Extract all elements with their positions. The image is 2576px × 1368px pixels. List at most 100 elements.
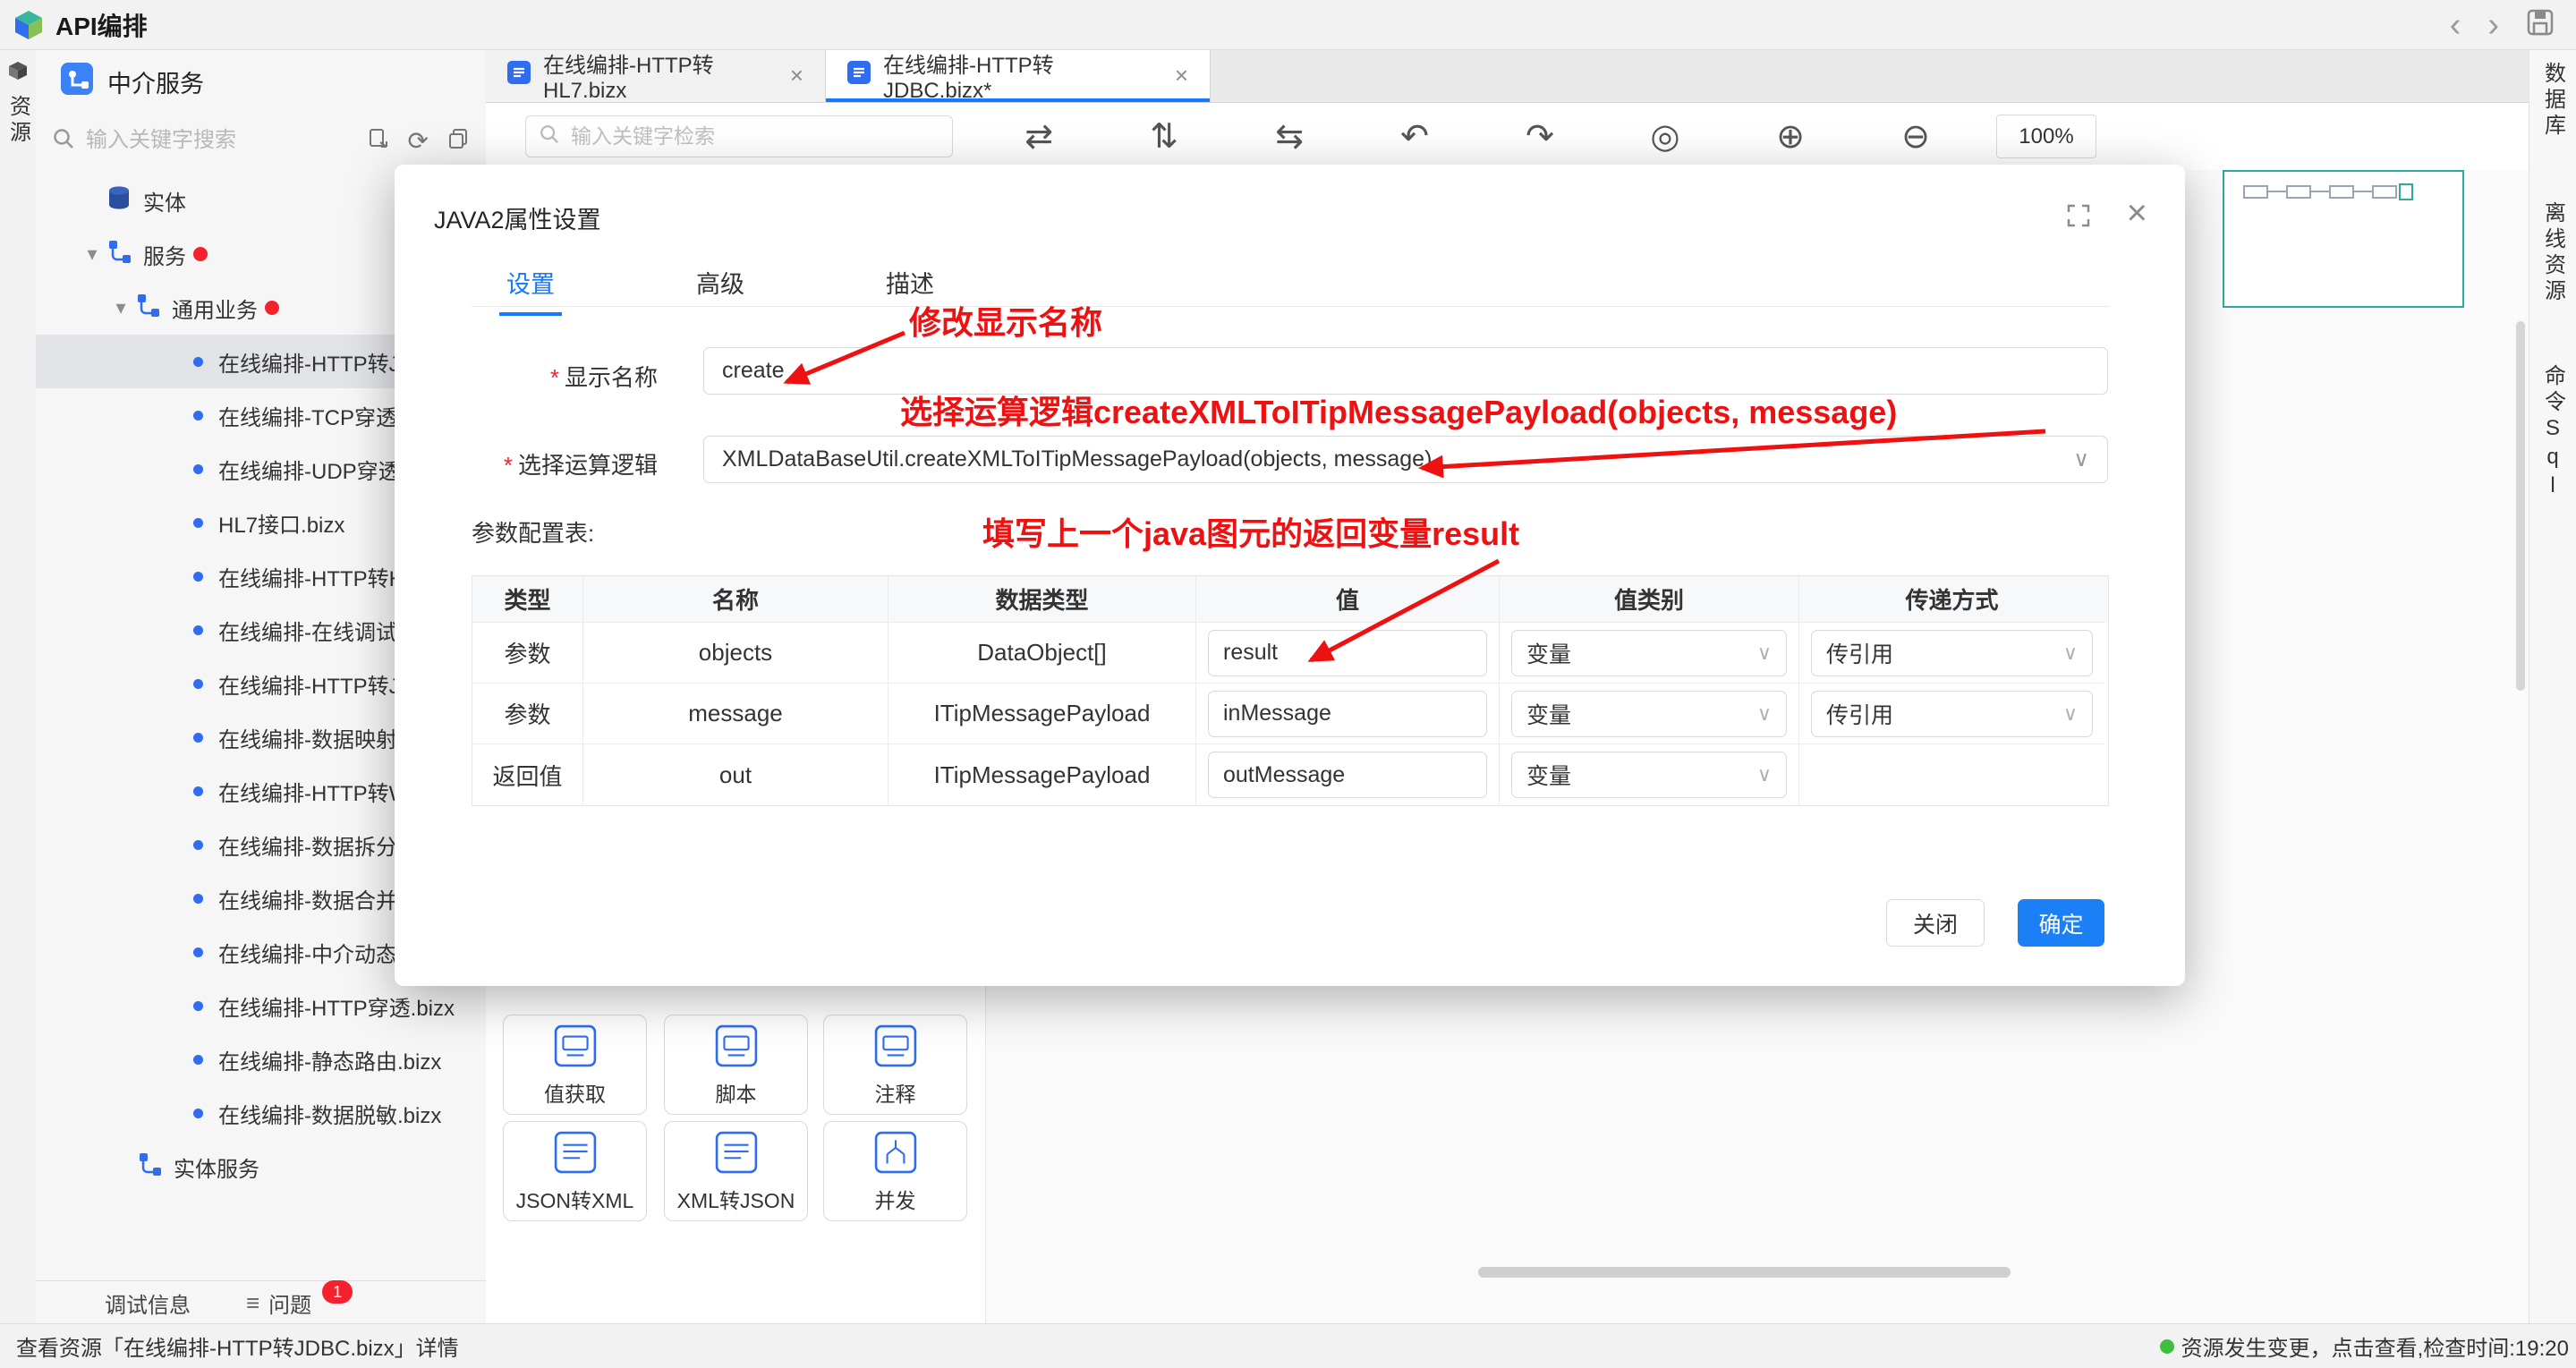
tab-command-sql[interactable]: 命令Sql	[2529, 364, 2576, 502]
script-icon	[715, 1024, 758, 1072]
chevron-down-icon: ∨	[1757, 763, 1772, 786]
palette-item-xml2json[interactable]: XML转JSON	[664, 1121, 808, 1221]
param-value-input[interactable]	[1208, 630, 1487, 676]
concurrent-icon	[874, 1131, 917, 1178]
tabs-divider	[472, 306, 2109, 307]
tree-item[interactable]: 在线编排-数据脱敏.bizx	[36, 1086, 486, 1140]
entity-db-icon	[107, 185, 131, 217]
forward-icon[interactable]: ›	[2487, 8, 2499, 42]
editor-toolbar: ⇄ ⇅ ⇆ ↶ ↷ ◎ ⊕ ⊖ 100%	[486, 103, 2529, 171]
value-category-select[interactable]: 变量 ∨	[1511, 630, 1787, 676]
zoom-out-icon[interactable]: ⊖	[1898, 116, 1934, 157]
app-title: API编排	[55, 7, 148, 43]
horizontal-scrollbar[interactable]	[1478, 1267, 2011, 1278]
locate-icon[interactable]: ◎	[1647, 116, 1683, 157]
palette-item-json2xml[interactable]: JSON转XML	[503, 1121, 647, 1221]
close-icon[interactable]: ×	[790, 62, 803, 89]
close-button[interactable]: 关闭	[1886, 899, 1985, 947]
transform-icon-2[interactable]: ⇅	[1146, 116, 1182, 157]
tab-debug-info[interactable]: 调试信息	[105, 1287, 191, 1319]
status-green-dot-icon	[2160, 1339, 2174, 1354]
param-value-input[interactable]	[1208, 752, 1487, 798]
group-flow-icon	[134, 293, 159, 324]
comment-icon	[874, 1024, 917, 1072]
vertical-scrollbar[interactable]	[2516, 321, 2525, 691]
tab-settings[interactable]: 设置	[499, 261, 562, 316]
resource-strip-label: 资源	[3, 95, 34, 147]
problems-badge: 1	[322, 1280, 353, 1304]
palette-item-value-get[interactable]: 值获取	[503, 1015, 647, 1115]
param-value-input[interactable]	[1208, 691, 1487, 737]
entity-service-flow-icon	[136, 1151, 161, 1183]
zoom-in-icon[interactable]: ⊕	[1773, 116, 1808, 157]
bullet-icon	[193, 786, 203, 796]
bullet-icon	[193, 625, 203, 635]
tab-problems[interactable]: ≡ 问题 1	[246, 1287, 351, 1319]
value-category-select[interactable]: 变量 ∨	[1511, 752, 1787, 798]
undo-icon[interactable]: ↶	[1397, 116, 1433, 157]
zoom-level-select[interactable]: 100%	[1996, 115, 2096, 158]
bullet-icon	[193, 1109, 203, 1118]
pass-mode-select[interactable]: 传引用 ∨	[1811, 691, 2093, 737]
back-icon[interactable]: ‹	[2450, 8, 2461, 42]
app-root: API编排 ‹ › 资源	[0, 0, 2576, 1368]
resource-strip[interactable]: 资源	[0, 49, 37, 1324]
save-icon[interactable]	[2526, 8, 2555, 41]
status-bar: 查看资源「在线编排-HTTP转JDBC.bizx」详情 资源发生变更，点击查看,…	[0, 1323, 2576, 1368]
dialog-title: JAVA2属性设置	[434, 200, 601, 235]
caret-down-icon[interactable]: ▾	[79, 242, 106, 266]
palette-item-script[interactable]: 脚本	[664, 1015, 808, 1115]
caret-down-icon[interactable]: ▾	[107, 296, 134, 319]
search-icon	[539, 123, 560, 149]
close-icon[interactable]: ×	[1175, 62, 1188, 89]
bullet-icon	[193, 840, 203, 850]
error-badge	[265, 301, 279, 315]
tree-item[interactable]: 在线编排-HTTP穿透.bizx	[36, 979, 486, 1032]
bullet-icon	[193, 947, 203, 957]
editor-tab-active[interactable]: 在线编排-HTTP转JDBC.bizx* ×	[826, 49, 1211, 102]
close-icon[interactable]: ×	[2127, 195, 2147, 231]
chevron-down-icon: ∨	[2063, 642, 2078, 665]
tab-advanced[interactable]: 高级	[689, 261, 752, 316]
right-panel-strip: 数据库 离线资源 命令Sql	[2529, 49, 2576, 1324]
resource-change-notice[interactable]: 资源发生变更，点击查看,检查时间:19:20	[2160, 1330, 2569, 1362]
bullet-icon	[193, 411, 203, 421]
chevron-down-icon: ∨	[1757, 702, 1772, 726]
param-table-header: 类型 名称 数据类型 值 值类别 传递方式	[472, 576, 2108, 623]
transform-icon-3[interactable]: ⇆	[1271, 116, 1307, 157]
param-table-caption: 参数配置表:	[472, 515, 594, 548]
tree-node-entity-service[interactable]: 实体服务	[36, 1140, 486, 1194]
tree-item[interactable]: 在线编排-静态路由.bizx	[36, 1032, 486, 1086]
canvas-search-input[interactable]	[569, 123, 895, 149]
tab-offline-resource[interactable]: 离线资源	[2529, 201, 2576, 305]
app-logo-icon	[13, 9, 45, 41]
logic-select[interactable]: XMLDataBaseUtil.createXMLToITipMessagePa…	[703, 436, 2108, 483]
fullscreen-icon[interactable]	[2065, 202, 2092, 234]
bizx-file-icon	[507, 61, 531, 90]
sidebar-title: 中介服务	[107, 64, 204, 99]
required-mark: *	[504, 452, 513, 479]
editor-tabbar: 在线编排-HTTP转HL7.bizx × 在线编排-HTTP转JDBC.bizx…	[486, 49, 2529, 103]
import-doc-icon[interactable]	[367, 127, 390, 155]
top-bar: API编排 ‹ ›	[0, 0, 2576, 50]
palette-item-comment[interactable]: 注释	[823, 1015, 967, 1115]
pass-mode-select[interactable]: 传引用 ∨	[1811, 630, 2093, 676]
bullet-icon	[193, 894, 203, 904]
value-category-select[interactable]: 变量 ∨	[1511, 691, 1787, 737]
redo-icon[interactable]: ↷	[1522, 116, 1558, 157]
bullet-icon	[193, 679, 203, 689]
sidebar-search: ⟳	[36, 115, 486, 166]
tab-database[interactable]: 数据库	[2529, 62, 2576, 140]
copy-icon[interactable]	[446, 127, 470, 155]
confirm-button[interactable]: 确定	[2018, 899, 2104, 947]
active-tab-indicator	[826, 98, 1210, 102]
palette-item-concurrent[interactable]: 并发	[823, 1121, 967, 1221]
minimap[interactable]	[2223, 170, 2464, 308]
editor-tab[interactable]: 在线编排-HTTP转HL7.bizx ×	[486, 49, 826, 102]
xml-to-json-icon	[715, 1131, 758, 1178]
sidebar-search-input[interactable]	[84, 127, 356, 154]
menu-icon: ≡	[246, 1289, 259, 1317]
transform-icon-1[interactable]: ⇄	[1021, 116, 1057, 157]
refresh-icon[interactable]: ⟳	[408, 126, 429, 156]
param-table-row: 参数 message ITipMessagePayload 变量 ∨ 传引用 ∨	[472, 684, 2108, 744]
